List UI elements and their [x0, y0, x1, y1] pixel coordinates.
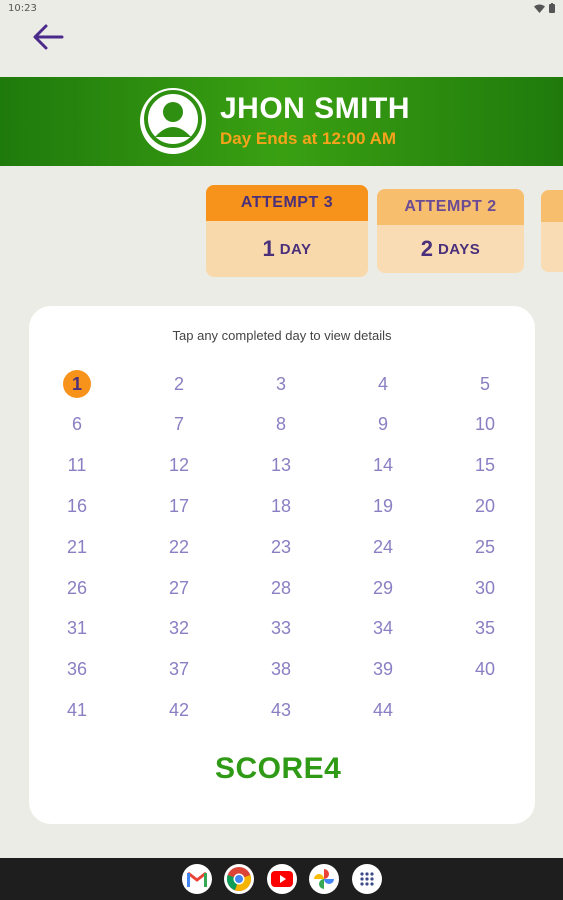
attempt-duration: 2 DAYS	[377, 225, 524, 273]
calendar-hint: Tap any completed day to view details	[172, 328, 392, 343]
calendar-day[interactable]: 39	[366, 655, 400, 685]
calendar-day[interactable]: 29	[366, 573, 400, 603]
calendar-day[interactable]: 31	[60, 614, 94, 644]
score4-logo: SCORE4	[215, 749, 343, 789]
status-icons	[534, 3, 555, 16]
calendar-day[interactable]: 18	[264, 491, 298, 521]
user-name: JHON SMITH	[220, 92, 411, 125]
day-ends-text: Day Ends at 12:00 AM	[220, 129, 397, 148]
calendar-day[interactable]: 42	[162, 695, 196, 725]
calendar-day[interactable]: 2	[162, 369, 196, 399]
gmail-icon[interactable]	[182, 864, 212, 894]
calendar-day[interactable]: 27	[162, 573, 196, 603]
calendar-day[interactable]: 24	[366, 532, 400, 562]
calendar-panel: Tap any completed day to view details 12…	[29, 306, 535, 824]
calendar-day[interactable]: 25	[468, 532, 502, 562]
youtube-icon[interactable]	[267, 864, 297, 894]
calendar-day[interactable]: 41	[60, 695, 94, 725]
calendar-day[interactable]: 23	[264, 532, 298, 562]
calendar-day[interactable]: 1	[63, 370, 91, 398]
chrome-icon[interactable]	[224, 864, 254, 894]
calendar-day[interactable]: 26	[60, 573, 94, 603]
calendar-day[interactable]: 4	[366, 369, 400, 399]
user-icon	[143, 89, 203, 153]
calendar-day[interactable]: 40	[468, 655, 502, 685]
attempt-card-3[interactable]: ATTEMPT 3 1 DAY	[206, 185, 368, 277]
arrow-left-icon	[32, 23, 64, 55]
attempt-count: 2	[420, 236, 433, 261]
calendar-day[interactable]: 19	[366, 491, 400, 521]
calendar-day[interactable]: 44	[366, 695, 400, 725]
photos-icon[interactable]	[309, 864, 339, 894]
calendar-day[interactable]: 22	[162, 532, 196, 562]
avatar	[140, 88, 206, 154]
calendar-day[interactable]: 5	[468, 369, 502, 399]
logo-badge-icon	[311, 747, 343, 791]
calendar-day[interactable]: 10	[468, 410, 502, 440]
calendar-day[interactable]: 13	[264, 451, 298, 481]
calendar-day[interactable]: 14	[366, 451, 400, 481]
apps-grid-icon[interactable]	[352, 864, 382, 894]
attempt-unit: DAYS	[437, 240, 481, 258]
calendar-day[interactable]: 7	[162, 410, 196, 440]
calendar-day[interactable]: 6	[60, 410, 94, 440]
calendar-day[interactable]: 33	[264, 614, 298, 644]
calendar-day[interactable]: 20	[468, 491, 502, 521]
attempt-label: ATTEMPT 3	[206, 185, 368, 221]
calendar-day[interactable]: 32	[162, 614, 196, 644]
calendar-day[interactable]: 8	[264, 410, 298, 440]
calendar-day[interactable]: 9	[366, 410, 400, 440]
calendar-day[interactable]: 43	[264, 695, 298, 725]
calendar-day[interactable]: 38	[264, 655, 298, 685]
wifi-icon	[534, 4, 545, 16]
calendar-day[interactable]: 3	[264, 369, 298, 399]
calendar-day[interactable]: 16	[60, 491, 94, 521]
battery-icon	[549, 3, 555, 16]
attempt-label: ATTEMPT 2	[377, 189, 524, 225]
calendar-day[interactable]: 37	[162, 655, 196, 685]
calendar-day[interactable]: 21	[60, 532, 94, 562]
calendar-day[interactable]: 15	[468, 451, 502, 481]
attempt-duration: 1 DAY	[206, 221, 368, 277]
calendar-day[interactable]: 35	[468, 614, 502, 644]
attempt-card-2[interactable]: ATTEMPT 2 2 DAYS	[377, 189, 524, 273]
calendar-day[interactable]: 34	[366, 614, 400, 644]
attempt-count: 1	[262, 236, 275, 261]
calendar-day[interactable]: 30	[468, 573, 502, 603]
status-bar: 10:23	[0, 0, 563, 20]
calendar-day[interactable]: 12	[162, 451, 196, 481]
status-time: 10:23	[8, 3, 37, 14]
attempt-card-peek[interactable]	[541, 190, 563, 272]
attempt-unit: DAY	[279, 240, 312, 258]
calendar-day[interactable]: 36	[60, 655, 94, 685]
calendar-day[interactable]: 28	[264, 573, 298, 603]
calendar-day[interactable]: 11	[60, 451, 94, 481]
calendar-day[interactable]: 17	[162, 491, 196, 521]
back-button[interactable]	[28, 22, 68, 56]
